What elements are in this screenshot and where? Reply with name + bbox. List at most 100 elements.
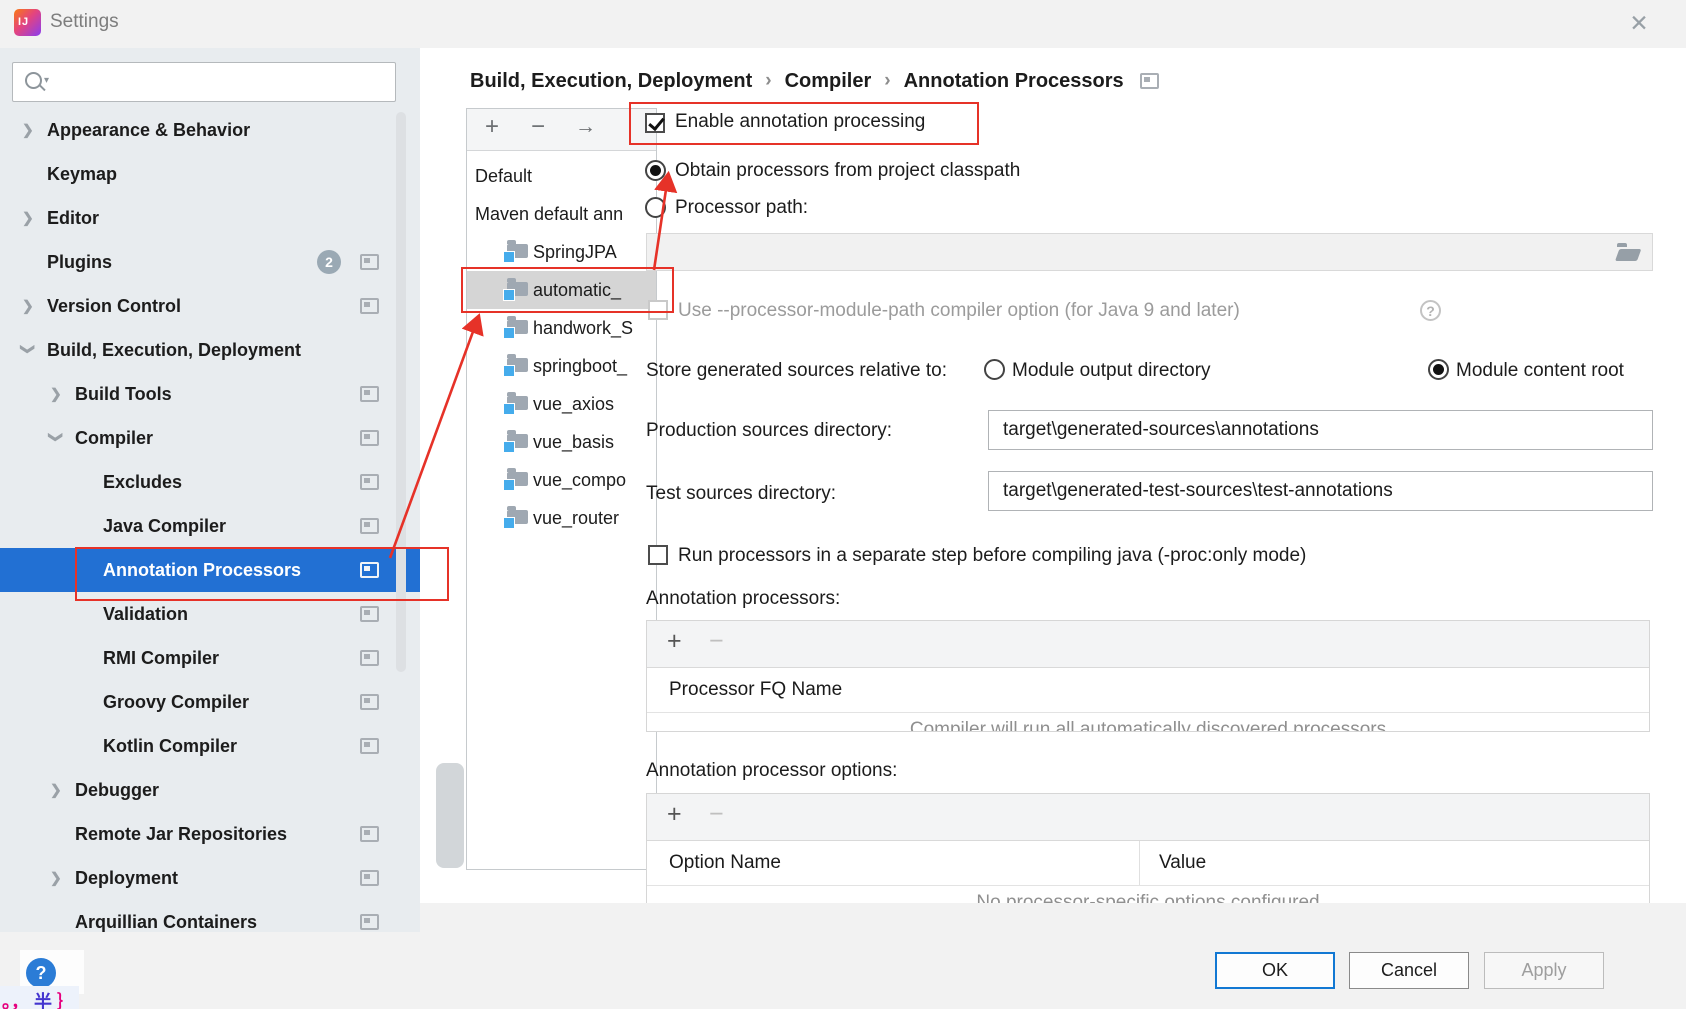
add-option-button[interactable]: + xyxy=(667,800,682,829)
module-folder-icon xyxy=(507,472,528,486)
chevron-right-icon[interactable]: ❯ xyxy=(22,122,34,139)
annotation-processors-page: Build, Execution, Deployment › Compiler … xyxy=(420,48,1686,903)
breadcrumb-build-execution-deployment[interactable]: Build, Execution, Deployment xyxy=(470,70,752,93)
sidebar-item-compiler[interactable]: ❯Compiler xyxy=(0,416,420,460)
annotation-processors-table: + − Processor FQ Name Compiler will run … xyxy=(646,620,1650,732)
settings-tree: ❯Appearance & Behavior Keymap ❯Editor Pl… xyxy=(0,108,420,932)
profile-item-handwork[interactable]: handwork_S xyxy=(467,309,656,347)
processor-path-input[interactable] xyxy=(646,233,1653,271)
enable-annotation-processing-checkbox[interactable] xyxy=(645,113,665,133)
sidebar-item-rmi-compiler[interactable]: RMI Compiler xyxy=(0,636,420,680)
column-divider xyxy=(1139,841,1140,885)
processor-path-label[interactable]: Processor path: xyxy=(675,197,808,219)
profile-item-automatic[interactable]: automatic_ xyxy=(467,271,656,309)
intellij-logo-icon: IJ xyxy=(14,9,41,36)
settings-indicator-icon xyxy=(360,870,379,886)
sidebar-item-deployment[interactable]: ❯Deployment xyxy=(0,856,420,900)
sidebar-item-validation[interactable]: Validation xyxy=(0,592,420,636)
sidebar-item-appearance-behavior[interactable]: ❯Appearance & Behavior xyxy=(0,108,420,152)
sidebar-item-plugins[interactable]: Plugins2 xyxy=(0,240,420,284)
sidebar-scrollbar[interactable] xyxy=(396,112,406,672)
chevron-right-icon[interactable]: ❯ xyxy=(22,298,34,315)
proc-only-checkbox[interactable] xyxy=(648,545,668,565)
ime-artifact-part: ｝ xyxy=(57,992,75,1009)
tree-scrollbar-thumb[interactable] xyxy=(436,763,464,868)
profile-item-springboot[interactable]: springboot_ xyxy=(467,347,656,385)
profile-item-maven-default[interactable]: Maven default ann xyxy=(467,195,656,233)
profile-item-vue-axios[interactable]: vue_axios xyxy=(467,385,656,423)
sidebar-item-build-execution-deployment[interactable]: ❯Build, Execution, Deployment xyxy=(0,328,420,372)
options-table-header: Option Name Value xyxy=(647,841,1649,886)
sidebar-item-annotation-processors[interactable]: Annotation Processors xyxy=(0,548,420,592)
test-sources-input[interactable] xyxy=(988,471,1653,511)
chevron-right-icon[interactable]: ❯ xyxy=(22,210,34,227)
module-content-root-radio[interactable] xyxy=(1428,359,1449,380)
module-folder-icon xyxy=(507,358,528,372)
move-to-profile-button[interactable]: → xyxy=(575,115,596,139)
obtain-from-classpath-label[interactable]: Obtain processors from project classpath xyxy=(675,160,1020,182)
sidebar-item-debugger[interactable]: ❯Debugger xyxy=(0,768,420,812)
use-processor-module-path-label[interactable]: Use --processor-module-path compiler opt… xyxy=(678,300,1240,322)
module-output-directory-radio[interactable] xyxy=(984,359,1005,380)
ime-artifact-part: 。， xyxy=(2,992,29,1009)
chevron-right-icon[interactable]: ❯ xyxy=(50,386,62,403)
module-output-directory-label[interactable]: Module output directory xyxy=(1012,360,1211,382)
annotation-processors-table-label: Annotation processors: xyxy=(646,588,840,610)
chevron-down-icon[interactable]: ❯ xyxy=(19,343,36,355)
profile-item-vue-compo[interactable]: vue_compo xyxy=(467,461,656,499)
production-sources-label: Production sources directory: xyxy=(646,420,892,442)
processor-options-table-label: Annotation processor options: xyxy=(646,760,897,782)
sidebar-item-groovy-compiler[interactable]: Groovy Compiler xyxy=(0,680,420,724)
search-input[interactable] xyxy=(57,65,391,99)
help-button[interactable]: ? xyxy=(26,958,56,988)
apply-button[interactable]: Apply xyxy=(1484,952,1604,989)
options-table-hint: No processor-specific options configured xyxy=(647,892,1649,903)
remove-profile-button[interactable]: − xyxy=(531,113,545,141)
obtain-from-classpath-radio[interactable] xyxy=(645,160,666,181)
profile-item-springjpa[interactable]: SpringJPA xyxy=(467,233,656,271)
profile-item-vue-router[interactable]: vue_router xyxy=(467,499,656,537)
remove-option-button[interactable]: − xyxy=(709,800,724,829)
settings-indicator-icon xyxy=(360,606,379,622)
module-folder-icon xyxy=(507,282,528,296)
add-profile-button[interactable]: + xyxy=(485,113,499,141)
sidebar-item-version-control[interactable]: ❯Version Control xyxy=(0,284,420,328)
cancel-button[interactable]: Cancel xyxy=(1349,952,1469,989)
value-header: Value xyxy=(1159,852,1206,874)
production-sources-input[interactable] xyxy=(988,410,1653,450)
sidebar-item-java-compiler[interactable]: Java Compiler xyxy=(0,504,420,548)
help-circle-icon[interactable]: ? xyxy=(1420,300,1441,321)
plugins-count-badge: 2 xyxy=(317,250,341,274)
search-box[interactable]: ▾ xyxy=(12,62,396,102)
module-folder-icon xyxy=(507,244,528,258)
remove-processor-button[interactable]: − xyxy=(709,627,724,656)
store-relative-label: Store generated sources relative to: xyxy=(646,360,947,382)
chevron-down-icon[interactable]: ❯ xyxy=(47,431,64,443)
sidebar-item-build-tools[interactable]: ❯Build Tools xyxy=(0,372,420,416)
sidebar-item-kotlin-compiler[interactable]: Kotlin Compiler xyxy=(0,724,420,768)
sidebar-item-remote-jar-repositories[interactable]: Remote Jar Repositories xyxy=(0,812,420,856)
search-icon xyxy=(25,72,42,89)
ok-button[interactable]: OK xyxy=(1215,952,1335,989)
window-title: Settings xyxy=(50,11,119,33)
breadcrumb-compiler[interactable]: Compiler xyxy=(785,70,872,93)
close-icon[interactable]: ✕ xyxy=(1624,8,1654,38)
module-content-root-label[interactable]: Module content root xyxy=(1456,360,1624,382)
profile-item-vue-basis[interactable]: vue_basis xyxy=(467,423,656,461)
sidebar-item-arquillian-containers[interactable]: Arquillian Containers xyxy=(0,900,420,932)
sidebar-item-keymap[interactable]: Keymap xyxy=(0,152,420,196)
chevron-right-icon[interactable]: ❯ xyxy=(50,870,62,887)
profile-item-default[interactable]: Default xyxy=(467,157,656,195)
sidebar-item-excludes[interactable]: Excludes xyxy=(0,460,420,504)
breadcrumb-separator: › xyxy=(884,70,890,92)
processor-path-radio[interactable] xyxy=(645,197,666,218)
enable-annotation-processing-label[interactable]: Enable annotation processing xyxy=(675,111,925,133)
sidebar-item-editor[interactable]: ❯Editor xyxy=(0,196,420,240)
options-table-toolbar: + − xyxy=(647,794,1649,841)
profiles-panel: + − → Default Maven default ann SpringJP… xyxy=(466,108,657,870)
chevron-right-icon[interactable]: ❯ xyxy=(50,782,62,799)
use-processor-module-path-checkbox[interactable] xyxy=(648,300,668,320)
browse-folder-icon[interactable] xyxy=(1615,243,1641,261)
add-processor-button[interactable]: + xyxy=(667,627,682,656)
proc-only-label[interactable]: Run processors in a separate step before… xyxy=(678,545,1306,567)
